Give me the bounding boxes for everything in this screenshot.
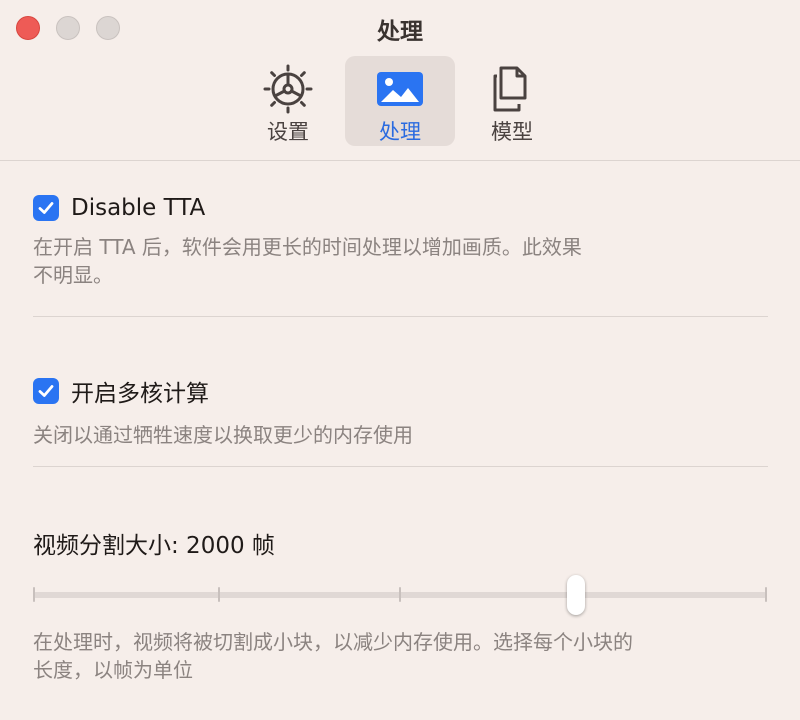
tab-processing[interactable]: 处理 <box>345 56 455 146</box>
slider-tick <box>33 587 35 602</box>
multicore-description: 关闭以通过牺牲速度以换取更少的内存使用 <box>33 423 413 447</box>
segment-size-description: 在处理时，视频将被切割成小块，以减少内存使用。选择每个小块的 长度，以帧为单位 <box>33 628 768 684</box>
slider-tick <box>765 587 767 602</box>
tab-processing-label: 处理 <box>379 120 421 144</box>
divider <box>33 466 768 467</box>
title-bar: 处理 设置 处理 模型 <box>0 0 800 161</box>
window-title: 处理 <box>377 19 423 45</box>
multicore-section: 开启多核计算 关闭以通过牺牲速度以换取更少的内存使用 <box>33 374 768 449</box>
disable-tta-checkbox[interactable] <box>33 195 59 221</box>
disable-tta-description: 在开启 TTA 后，软件会用更长的时间处理以增加画质。此效果 不明显。 <box>33 233 768 289</box>
photo-icon <box>377 72 423 106</box>
disable-tta-label: Disable TTA <box>71 195 206 221</box>
tab-model-label: 模型 <box>491 120 533 144</box>
segment-size-slider-thumb[interactable] <box>567 575 586 615</box>
tab-settings[interactable]: 设置 <box>233 56 343 146</box>
checkmark-icon <box>38 202 54 214</box>
slider-tick <box>399 587 401 602</box>
description-line: 不明显。 <box>33 263 113 287</box>
description-line: 在开启 TTA 后，软件会用更长的时间处理以增加画质。此效果 <box>33 235 582 259</box>
documents-icon <box>493 66 527 112</box>
divider <box>33 316 768 317</box>
gear-icon <box>263 64 313 114</box>
checkmark-icon <box>38 385 54 397</box>
description-line: 长度，以帧为单位 <box>33 658 193 682</box>
multicore-label: 开启多核计算 <box>71 381 209 407</box>
disable-tta-section: Disable TTA 在开启 TTA 后，软件会用更长的时间处理以增加画质。此… <box>33 195 768 289</box>
description-line: 在处理时，视频将被切割成小块，以减少内存使用。选择每个小块的 <box>33 630 633 654</box>
multicore-checkbox[interactable] <box>33 378 59 404</box>
tab-settings-label: 设置 <box>267 120 309 144</box>
tab-model[interactable]: 模型 <box>457 56 567 146</box>
segment-size-section: 视频分割大小: 2000 帧 <box>33 526 768 560</box>
segment-size-label: 视频分割大小: 2000 帧 <box>33 533 275 559</box>
slider-tick <box>218 587 220 602</box>
